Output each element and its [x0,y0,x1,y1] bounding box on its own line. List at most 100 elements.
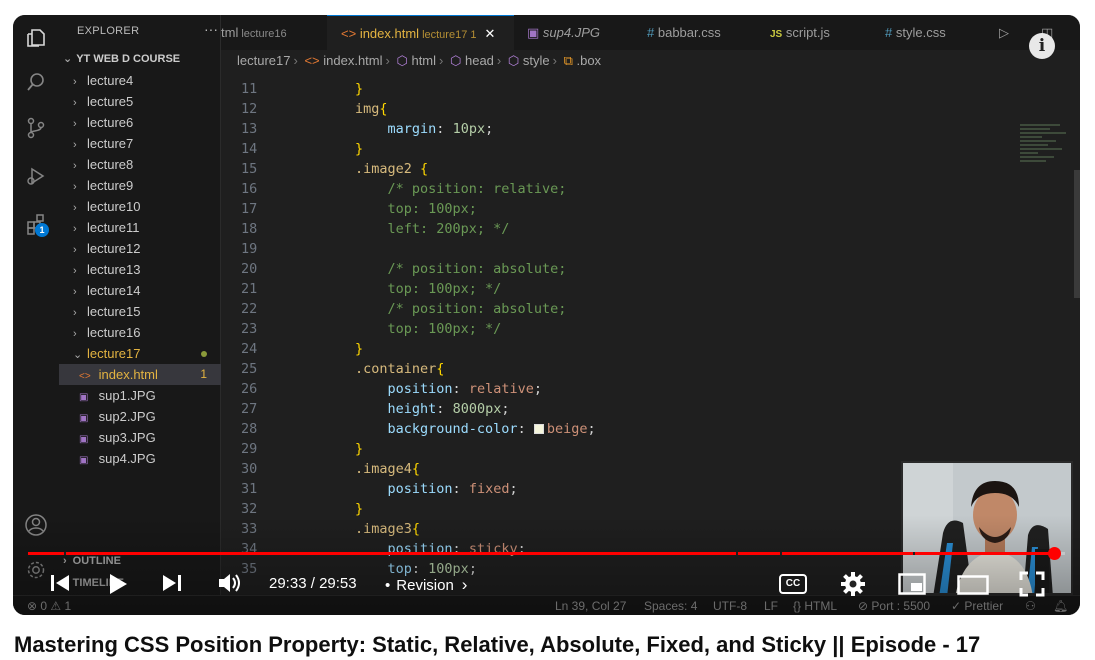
tab-sup4-jpg[interactable]: ▣ sup4.JPG [515,15,627,50]
element-cube-icon: ⬡ [450,53,462,68]
line-number: 19 [241,241,258,257]
code-line-29: } [355,441,364,457]
next-icon[interactable] [161,572,183,599]
color-swatch[interactable] [533,424,544,434]
language-mode[interactable]: {} HTML [793,596,837,615]
chevron-right-icon: › [73,307,77,319]
folder-lecture16[interactable]: › lecture16 [59,322,221,343]
info-button[interactable]: i [1029,33,1055,59]
tab-script-js[interactable]: JS script.js [756,15,874,50]
notifications-bell-icon[interactable]: 🔔︎ [1053,596,1068,615]
chapter-title[interactable]: • Revision › [385,575,467,595]
captions-button[interactable]: CC [779,574,807,594]
fullscreen-icon[interactable] [1019,571,1045,602]
crumb-style[interactable]: style [523,53,550,68]
element-cube-icon: ⬡ [396,53,408,68]
line-number: 15 [241,161,258,177]
more-actions-icon[interactable]: ··· [204,21,218,37]
volume-icon[interactable] [217,571,243,600]
crumb-html[interactable]: html [411,53,436,68]
video-player[interactable]: 1 EXPLORER ··· ⌄ YT WEB D COURSE › lecture… [13,15,1080,615]
miniplayer-icon[interactable] [898,573,926,600]
code-line-23: top: 100px; */ [387,321,502,337]
folder-lecture4[interactable]: › lecture4 [59,70,221,91]
file-sup2[interactable]: ▣ sup2.JPG [59,406,221,427]
code-line-33: .image3{ [355,521,421,537]
line-number: 16 [241,181,258,197]
breadcrumb: lecture17 › <> index.html › ⬡ html › ⬡ head… [221,50,1080,72]
chevron-right-icon: › [73,328,77,340]
explorer-files-icon[interactable] [23,25,49,51]
file-sup1[interactable]: ▣ sup1.JPG [59,385,221,406]
previous-icon[interactable] [49,572,71,599]
line-number: 17 [241,201,258,217]
folder-lecture5[interactable]: › lecture5 [59,91,221,112]
editor-scrollbar[interactable] [1074,170,1080,298]
play-icon[interactable] [107,572,129,601]
file-sup3[interactable]: ▣ sup3.JPG [59,427,221,448]
eol-status[interactable]: LF [764,596,778,615]
code-line-12: img{ [355,101,388,117]
workspace-root[interactable]: ⌄ YT WEB D COURSE [63,52,180,65]
code-line-28: background-color: beige; [387,421,596,437]
folder-lecture7[interactable]: › lecture7 [59,133,221,154]
chevron-right-icon: › [73,181,77,193]
chevron-right-icon: › [73,160,77,172]
source-control-icon[interactable] [23,115,49,141]
folder-lecture12[interactable]: › lecture12 [59,238,221,259]
account-icon[interactable] [23,512,49,538]
chapter-gap [779,552,782,555]
line-number: 32 [241,501,258,517]
file-sup4[interactable]: ▣ sup4.JPG [59,448,221,469]
editor-tabs: tml lecture16 <> index.html lecture17 1 ✕ ▣… [221,15,1080,50]
folder-lecture15[interactable]: › lecture15 [59,301,221,322]
settings-gear-icon[interactable] [23,557,49,583]
folder-lecture9[interactable]: › lecture9 [59,175,221,196]
cursor-position[interactable]: Ln 39, Col 27 [555,596,626,615]
encoding-status[interactable]: UTF-8 [713,596,747,615]
chevron-down-icon: ⌄ [73,349,83,361]
crumb-head[interactable]: head [465,53,494,68]
minimap[interactable] [1020,124,1074,184]
folder-lecture17[interactable]: ⌄ lecture17 [59,343,221,364]
run-debug-icon[interactable] [23,163,49,189]
line-number: 12 [241,101,258,117]
crumb-box[interactable]: .box [576,53,601,68]
line-number: 26 [241,381,258,397]
chevron-right-icon: › [73,223,77,235]
tab-style-css[interactable]: # style.css [871,15,981,50]
chevron-right-icon: › [73,244,77,256]
run-icon[interactable]: ▷ [999,15,1019,50]
tab-index-html[interactable]: <> index.html lecture17 1 ✕ [327,15,514,50]
progress-played [28,552,1054,555]
file-index-html[interactable]: <> index.html 1 [59,364,221,385]
code-line-20: /* position: absolute; [387,261,567,277]
chevron-right-icon: › [73,265,77,277]
code-line-27: height: 8000px; [387,401,510,417]
indentation-status[interactable]: Spaces: 4 [644,596,697,615]
theater-mode-icon[interactable] [957,575,989,600]
code-line-26: position: relative; [387,381,542,397]
tab-babbar-css[interactable]: # babbar.css [631,15,749,50]
settings-icon[interactable] [840,571,866,602]
html-icon: <> [304,53,320,68]
progress-scrubber[interactable] [1047,547,1061,560]
image-icon: ▣ [527,25,540,40]
folder-lecture14[interactable]: › lecture14 [59,280,221,301]
folder-lecture8[interactable]: › lecture8 [59,154,221,175]
image-icon: ▣ [79,434,89,445]
code-line-25: .container{ [355,361,445,377]
search-icon[interactable] [23,69,49,95]
crumb-folder[interactable]: lecture17 [237,53,290,68]
outline-section[interactable]: › OUTLINE [63,555,121,567]
folder-lecture13[interactable]: › lecture13 [59,259,221,280]
tab-lecture16-html[interactable]: tml lecture16 [221,15,326,50]
progress-bar[interactable] [28,547,1065,560]
crumb-file[interactable]: index.html [323,53,382,68]
folder-lecture11[interactable]: › lecture11 [59,217,221,238]
element-cube-icon: ⬡ [507,53,520,68]
folder-lecture10[interactable]: › lecture10 [59,196,221,217]
close-tab-icon[interactable]: ✕ [485,26,496,41]
folder-lecture6[interactable]: › lecture6 [59,112,221,133]
css-hash-icon: # [885,25,893,40]
